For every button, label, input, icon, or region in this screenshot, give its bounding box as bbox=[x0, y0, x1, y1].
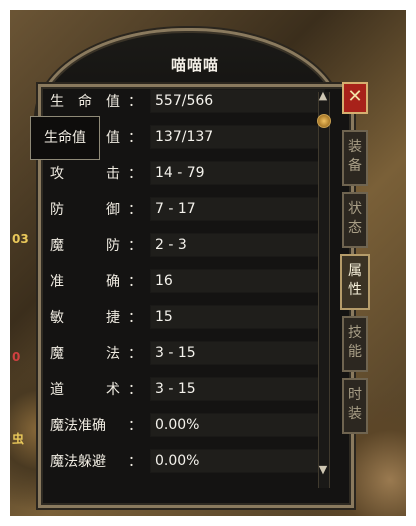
attribute-label: 准 确 ： bbox=[50, 271, 160, 291]
attribute-colon: ： bbox=[128, 238, 142, 254]
attribute-value: 16 bbox=[150, 269, 325, 293]
attribute-label: 魔法躲避 ： bbox=[50, 451, 160, 471]
attribute-label-char: 防 bbox=[106, 238, 120, 254]
attribute-colon: ： bbox=[128, 382, 142, 398]
attribute-label-char: 御 bbox=[106, 202, 120, 218]
attribute-label-char: 生 bbox=[50, 94, 64, 110]
attribute-row: 准 确 ： 16 bbox=[50, 268, 325, 294]
tab-0[interactable]: 装备 bbox=[342, 130, 368, 186]
attribute-label-char: 魔 bbox=[50, 238, 64, 254]
tab-label: 技能 bbox=[348, 325, 362, 360]
attribute-label-char: 捷 bbox=[106, 310, 120, 326]
edge-text: 03 bbox=[12, 232, 29, 246]
attribute-row: 防 御 ： 7 - 17 bbox=[50, 196, 325, 222]
attribute-colon: ： bbox=[128, 274, 142, 290]
attribute-label-char: 值 bbox=[106, 94, 120, 110]
attribute-row: 生命值 ： 557/566 bbox=[50, 88, 325, 114]
scroll-up-icon[interactable]: ▲ bbox=[315, 88, 331, 104]
attribute-row: 攻 击 ： 14 - 79 bbox=[50, 160, 325, 186]
attribute-value: 3 - 15 bbox=[150, 341, 325, 365]
attribute-colon: ： bbox=[128, 94, 142, 110]
attribute-row: 魔法准确 ： 0.00% bbox=[50, 412, 325, 438]
attribute-colon: ： bbox=[128, 202, 142, 218]
attribute-value: 15 bbox=[150, 305, 325, 329]
tab-label: 装备 bbox=[348, 139, 362, 174]
attribute-label-char: 准 bbox=[50, 274, 64, 290]
attribute-colon: ： bbox=[128, 346, 142, 362]
attribute-label-char: 攻 bbox=[50, 166, 64, 182]
attribute-label-char: 术 bbox=[106, 382, 120, 398]
tab-3[interactable]: 技能 bbox=[342, 316, 368, 372]
edge-text: 虫 bbox=[12, 432, 25, 446]
attribute-label: 道 术 ： bbox=[50, 379, 160, 399]
edge-text: 0 bbox=[12, 350, 21, 364]
attribute-label-char: 值 bbox=[106, 130, 120, 146]
attribute-value: 137/137 bbox=[150, 125, 325, 149]
tab-4[interactable]: 时装 bbox=[342, 378, 368, 434]
attribute-colon: ： bbox=[128, 454, 142, 470]
attribute-label: 魔 防 ： bbox=[50, 235, 160, 255]
attribute-row: 魔法躲避 ： 0.00% bbox=[50, 448, 325, 474]
tab-label: 状态 bbox=[348, 201, 362, 236]
tab-label: 时装 bbox=[348, 387, 362, 422]
attribute-label: 防 御 ： bbox=[50, 199, 160, 219]
attribute-colon: ： bbox=[128, 418, 142, 434]
window-title: 喵喵喵 bbox=[170, 56, 219, 74]
close-button[interactable]: ✕ bbox=[342, 82, 368, 114]
tab-2[interactable]: 属性 bbox=[340, 254, 370, 310]
tab-label: 属性 bbox=[348, 263, 362, 298]
attribute-label-char: 魔 bbox=[50, 346, 64, 362]
attribute-label-char: 防 bbox=[50, 202, 64, 218]
attribute-value: 557/566 bbox=[150, 89, 325, 113]
attribute-label-char: 道 bbox=[50, 382, 64, 398]
scrollbar-track[interactable] bbox=[318, 92, 330, 488]
attribute-label-char: 击 bbox=[106, 166, 120, 182]
attribute-label: 敏 捷 ： bbox=[50, 307, 160, 327]
attribute-label-char: 确 bbox=[106, 274, 120, 290]
attribute-row: 道 术 ： 3 - 15 bbox=[50, 376, 325, 402]
attribute-label: 魔 法 ： bbox=[50, 343, 160, 363]
attribute-label-char: 魔法躲避 bbox=[50, 454, 106, 470]
attribute-value: 0.00% bbox=[150, 413, 325, 437]
scrollbar-thumb[interactable] bbox=[317, 114, 331, 128]
attribute-row: 魔 防 ： 2 - 3 bbox=[50, 232, 325, 258]
attribute-row: 敏 捷 ： 15 bbox=[50, 304, 325, 330]
attribute-label: 生命值 ： bbox=[50, 91, 160, 111]
attribute-value: 7 - 17 bbox=[150, 197, 325, 221]
attribute-colon: ： bbox=[128, 310, 142, 326]
tooltip: 生命值 bbox=[30, 116, 100, 160]
attribute-value: 14 - 79 bbox=[150, 161, 325, 185]
attribute-colon: ： bbox=[128, 130, 142, 146]
attribute-value: 2 - 3 bbox=[150, 233, 325, 257]
attribute-label-char: 命 bbox=[78, 94, 92, 110]
attribute-row: 魔 法 ： 3 - 15 bbox=[50, 340, 325, 366]
attribute-value: 0.00% bbox=[150, 449, 325, 473]
game-background: 03 0 虫 喵喵喵 生命值：557/566魔法值：137/137攻击：14 -… bbox=[10, 10, 406, 516]
scroll-down-icon[interactable]: ▼ bbox=[315, 462, 331, 478]
attribute-label-char: 敏 bbox=[50, 310, 64, 326]
attribute-colon: ： bbox=[128, 166, 142, 182]
attribute-label: 魔法准确 ： bbox=[50, 415, 160, 435]
attribute-label-char: 法 bbox=[106, 346, 120, 362]
attribute-label: 攻 击 ： bbox=[50, 163, 160, 183]
tab-1[interactable]: 状态 bbox=[342, 192, 368, 248]
attribute-label-char: 魔法准确 bbox=[50, 418, 106, 434]
attribute-value: 3 - 15 bbox=[150, 377, 325, 401]
